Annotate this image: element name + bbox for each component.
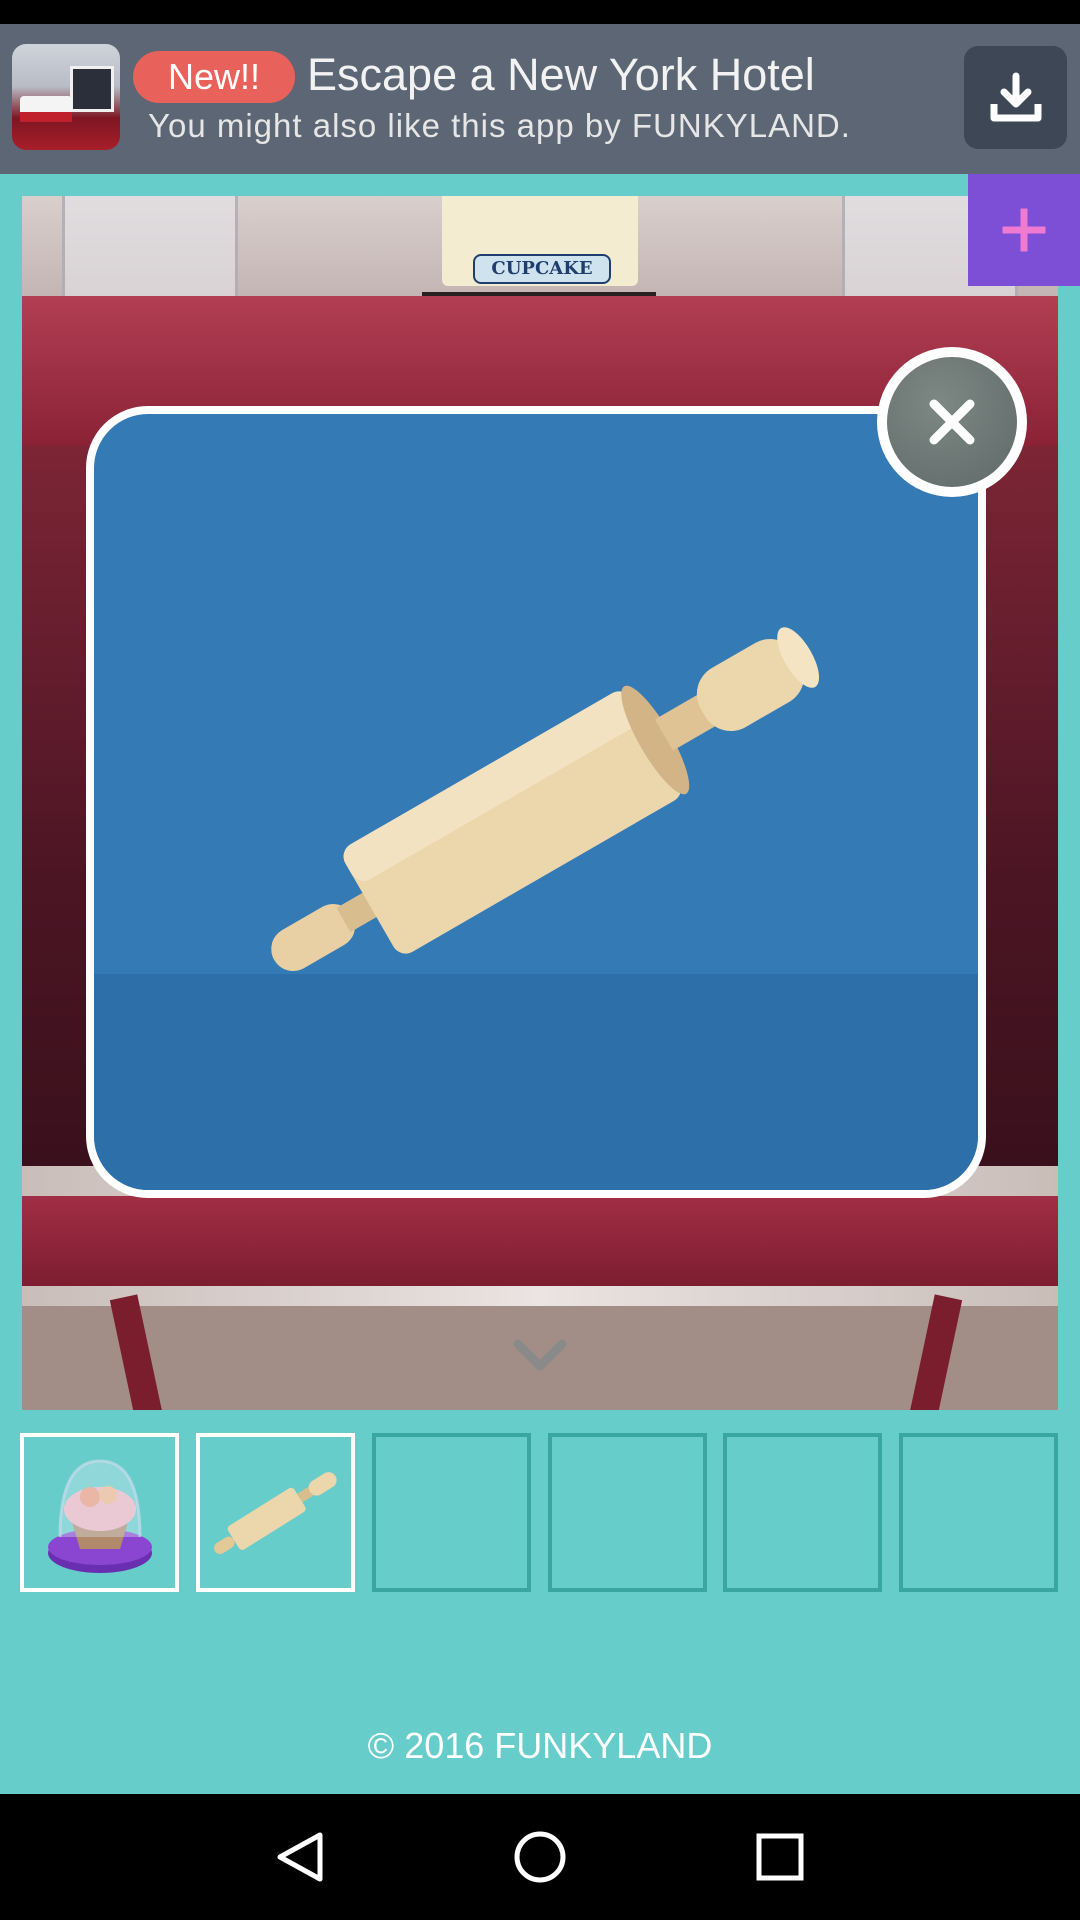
ad-thumbnail[interactable] — [12, 44, 120, 150]
download-icon — [990, 72, 1042, 122]
download-button[interactable] — [964, 46, 1067, 149]
back-icon[interactable] — [272, 1829, 328, 1885]
cupcake-sign-label: CUPCAKE — [473, 254, 611, 284]
status-bar — [0, 0, 1080, 24]
inventory-slot-6[interactable] — [899, 1433, 1058, 1592]
item-popup[interactable] — [86, 406, 986, 1198]
ad-banner[interactable]: New!! Escape a New York Hotel You might … — [0, 24, 1080, 174]
ad-title: Escape a New York Hotel — [307, 49, 815, 100]
inventory-slot-5[interactable] — [723, 1433, 882, 1592]
recents-icon[interactable] — [752, 1829, 808, 1885]
plus-button[interactable] — [968, 174, 1080, 286]
close-icon — [929, 399, 975, 445]
home-icon[interactable] — [512, 1829, 568, 1885]
inventory-slot-2[interactable] — [196, 1433, 355, 1592]
inventory-slot-4[interactable] — [548, 1433, 707, 1592]
rolling-pin-image — [271, 627, 820, 971]
inventory-slot-3[interactable] — [372, 1433, 531, 1592]
chevron-down-icon[interactable] — [512, 1336, 568, 1376]
plus-icon — [1002, 208, 1046, 252]
navigation-bar — [0, 1794, 1080, 1920]
rolling-pin-icon — [214, 1472, 337, 1554]
ad-subtitle: You might also like this app by FUNKYLAN… — [148, 107, 851, 144]
copyright-text: © 2016 FUNKYLAND — [367, 1725, 713, 1766]
close-button[interactable] — [877, 347, 1027, 497]
ad-new-badge: New!! — [133, 51, 295, 103]
inventory-slot-1[interactable] — [20, 1433, 179, 1592]
cupcake-icon — [48, 1459, 152, 1573]
